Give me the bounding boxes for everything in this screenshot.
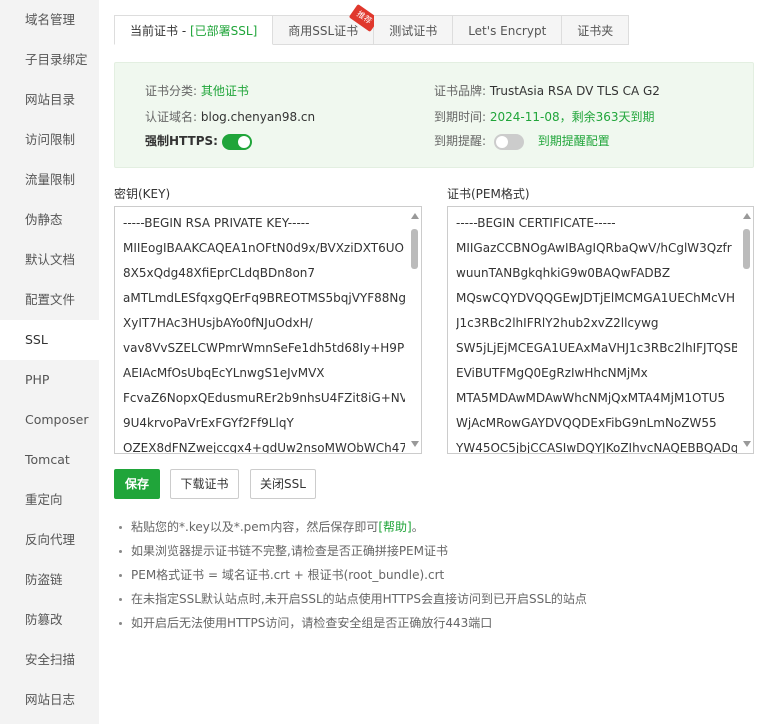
cert-expire-value: 2024-11-08，剩余363天到期 <box>489 110 655 124</box>
tip-item: PEM格式证书 = 域名证书.crt + 根证书(root_bundle).cr… <box>114 563 754 587</box>
cert-line: -----BEGIN CERTIFICATE----- <box>456 216 616 230</box>
cert-category-label: 证书分类: <box>145 84 198 98</box>
tip-item: 粘贴您的*.key以及*.pem内容，然后保存即可[帮助]。 <box>114 515 754 539</box>
cert-category-value: 其他证书 <box>200 84 249 98</box>
cert-scrollbar[interactable] <box>740 207 753 453</box>
sidebar-item-security-scan[interactable]: 安全扫描 <box>0 640 99 680</box>
cert-line: MIIGazCCBNOgAwIBAgIQRbaQwV/hCglW3Qzfr <box>456 241 732 255</box>
key-textarea[interactable]: -----BEGIN RSA PRIVATE KEY----- MIIEogIB… <box>114 206 422 454</box>
key-line: AEIAcMfOsUbqEcYLnwgS1eJvMVX <box>123 366 325 380</box>
tip-text-end: 。 <box>411 520 424 534</box>
sidebar-item-hotlink[interactable]: 防盗链 <box>0 560 99 600</box>
scroll-down-icon[interactable] <box>743 441 751 447</box>
tab-letsencrypt[interactable]: Let's Encrypt <box>453 15 563 45</box>
sidebar-item-default-doc[interactable]: 默认文档 <box>0 240 99 280</box>
toggle-knob <box>495 135 508 148</box>
tip-item: 如开启后无法使用HTTPS访问，请检查安全组是否正确放行443端口 <box>114 611 754 635</box>
expire-remind: 到期提醒: 到期提醒配置 <box>434 132 610 150</box>
cert-content: -----BEGIN CERTIFICATE----- MIIGazCCBNOg… <box>456 211 737 454</box>
tip-text: 粘贴您的*.key以及*.pem内容，然后保存即可 <box>131 520 379 534</box>
sidebar-item-rewrite[interactable]: 伪静态 <box>0 200 99 240</box>
sidebar-item-php[interactable]: PHP <box>0 360 99 400</box>
scroll-up-icon[interactable] <box>411 213 419 219</box>
cert-brand: 证书品牌: TrustAsia RSA DV TLS CA G2 <box>434 82 660 99</box>
force-https: 强制HTTPS: <box>145 132 252 150</box>
expire-remind-config-link[interactable]: 到期提醒配置 <box>538 134 610 148</box>
key-line: MIIEogIBAAKCAQEA1nOFtN0d9x/BVXziDXT6UO <box>123 241 404 255</box>
deployed-status: [已部署SSL] <box>189 24 258 38</box>
cert-domain-label: 认证域名: <box>145 110 198 124</box>
force-https-toggle[interactable] <box>221 133 252 150</box>
sidebar-item-config[interactable]: 配置文件 <box>0 280 99 320</box>
scroll-down-icon[interactable] <box>411 441 419 447</box>
cert-line: YW45OC5jbjCCASIwDQYJKoZIhvcNAQEBBQADg <box>456 441 737 454</box>
sidebar-item-domain[interactable]: 域名管理 <box>0 0 99 40</box>
key-line: aMTLmdLESfqxgQErFq9BREOTMS5bqjVYF88Ng <box>123 291 405 305</box>
tab-current-cert-label: 当前证书 - <box>130 24 190 38</box>
help-link[interactable]: [帮助] <box>378 520 411 534</box>
scroll-thumb[interactable] <box>411 229 418 269</box>
help-tips: 粘贴您的*.key以及*.pem内容，然后保存即可[帮助]。 如果浏览器提示证书… <box>114 515 754 635</box>
scroll-thumb[interactable] <box>743 229 750 269</box>
save-button[interactable]: 保存 <box>114 469 160 499</box>
sidebar-item-composer[interactable]: Composer <box>0 400 99 440</box>
cert-expire: 到期时间: 2024-11-08，剩余363天到期 <box>434 108 655 125</box>
close-ssl-button[interactable]: 关闭SSL <box>250 469 316 499</box>
sidebar-item-subdir[interactable]: 子目录绑定 <box>0 40 99 80</box>
sidebar-item-reverse-proxy[interactable]: 反向代理 <box>0 520 99 560</box>
cert-category: 证书分类: 其他证书 <box>145 82 249 99</box>
main-panel: 当前证书 - [已部署SSL] 商用SSL证书 推荐 测试证书 Let's En… <box>99 0 764 724</box>
key-label: 密钥(KEY) <box>114 187 171 201</box>
key-line: OZEX8dFNZwejccgx4+gdUw2nsoMWObWCh47I <box>123 441 405 454</box>
sidebar-item-ssl[interactable]: SSL <box>0 320 99 360</box>
cert-line: MQswCQYDVQQGEwJDTjElMCMGA1UEChMcVH <box>456 291 735 305</box>
tab-test-cert[interactable]: 测试证书 <box>374 15 454 45</box>
scroll-up-icon[interactable] <box>743 213 751 219</box>
cert-label: 证书(PEM格式) <box>447 187 530 201</box>
cert-line: WjAcMRowGAYDVQQDExFibG9nLmNoZW55 <box>456 416 717 430</box>
cert-line: J1c3RBc2lhIFRlY2hub2xvZ2llcywg <box>456 316 659 330</box>
key-line: -----BEGIN RSA PRIVATE KEY----- <box>123 216 310 230</box>
force-https-label: 强制HTTPS: <box>145 134 218 148</box>
cert-line: SW5jLjEjMCEGA1UEAxMaVHJ1c3RBc2lhIFJTQSB <box>456 341 737 355</box>
key-scrollbar[interactable] <box>408 207 421 453</box>
sidebar-item-tamper-proof[interactable]: 防篡改 <box>0 600 99 640</box>
sidebar-item-access-limit[interactable]: 访问限制 <box>0 120 99 160</box>
sidebar-item-site-dir[interactable]: 网站目录 <box>0 80 99 120</box>
expire-remind-toggle[interactable] <box>493 133 524 150</box>
download-cert-button[interactable]: 下载证书 <box>170 469 239 499</box>
cert-info-box: 证书分类: 其他证书 认证域名: blog.chenyan98.cn 强制HTT… <box>114 62 754 168</box>
key-line: XyIT7HAc3HUsjbAYo0fNJuOdxH/ <box>123 316 313 330</box>
cert-domain-value: blog.chenyan98.cn <box>200 110 316 124</box>
cert-line: EViBUTFMgQ0EgRzIwHhcNMjMx <box>456 366 648 380</box>
sidebar-item-site-log[interactable]: 网站日志 <box>0 680 99 720</box>
key-line: 8X5xQdg48XfiEprCLdqBDn8on7 <box>123 266 316 280</box>
key-content: -----BEGIN RSA PRIVATE KEY----- MIIEogIB… <box>123 211 405 454</box>
tab-cert-folder[interactable]: 证书夹 <box>562 15 630 45</box>
cert-textarea[interactable]: -----BEGIN CERTIFICATE----- MIIGazCCBNOg… <box>447 206 754 454</box>
ssl-tabs: 当前证书 - [已部署SSL] 商用SSL证书 推荐 测试证书 Let's En… <box>114 3 630 45</box>
tab-current-cert[interactable]: 当前证书 - [已部署SSL] <box>114 15 274 45</box>
sidebar-item-redirect[interactable]: 重定向 <box>0 480 99 520</box>
cert-brand-label: 证书品牌: <box>434 84 487 98</box>
expire-remind-label: 到期提醒: <box>434 134 487 148</box>
cert-expire-label: 到期时间: <box>434 110 487 124</box>
key-line: FcvaZ6NopxQEdusmuREr2b9nhsU4FZit8iG+NVF <box>123 391 405 405</box>
toggle-knob <box>237 135 250 148</box>
sidebar-item-tomcat[interactable]: Tomcat <box>0 440 99 480</box>
key-line: 9U4krvoPaVrExFGYf2Ff9LlqY <box>123 416 294 430</box>
sidebar-item-traffic-limit[interactable]: 流量限制 <box>0 160 99 200</box>
sidebar: 域名管理 子目录绑定 网站目录 访问限制 流量限制 伪静态 默认文档 配置文件 … <box>0 0 99 724</box>
tab-commercial-ssl-label: 商用SSL证书 <box>288 24 359 38</box>
cert-domain: 认证域名: blog.chenyan98.cn <box>145 108 315 125</box>
tab-commercial-ssl[interactable]: 商用SSL证书 推荐 <box>273 3 380 45</box>
cert-brand-value: TrustAsia RSA DV TLS CA G2 <box>489 84 660 98</box>
key-line: vav8VvSZELCWPmrWmnSeFe1dh5td68Iy+H9P0 <box>123 341 405 355</box>
cert-line: MTA5MDAwMDAwWhcNMjQxMTA4MjM1OTU5 <box>456 391 726 405</box>
tip-item: 如果浏览器提示证书链不完整,请检查是否正确拼接PEM证书 <box>114 539 754 563</box>
tip-item: 在未指定SSL默认站点时,未开启SSL的站点使用HTTPS会直接访问到已开启SS… <box>114 587 754 611</box>
cert-line: wuunTANBgkqhkiG9w0BAQwFADBZ <box>456 266 671 280</box>
